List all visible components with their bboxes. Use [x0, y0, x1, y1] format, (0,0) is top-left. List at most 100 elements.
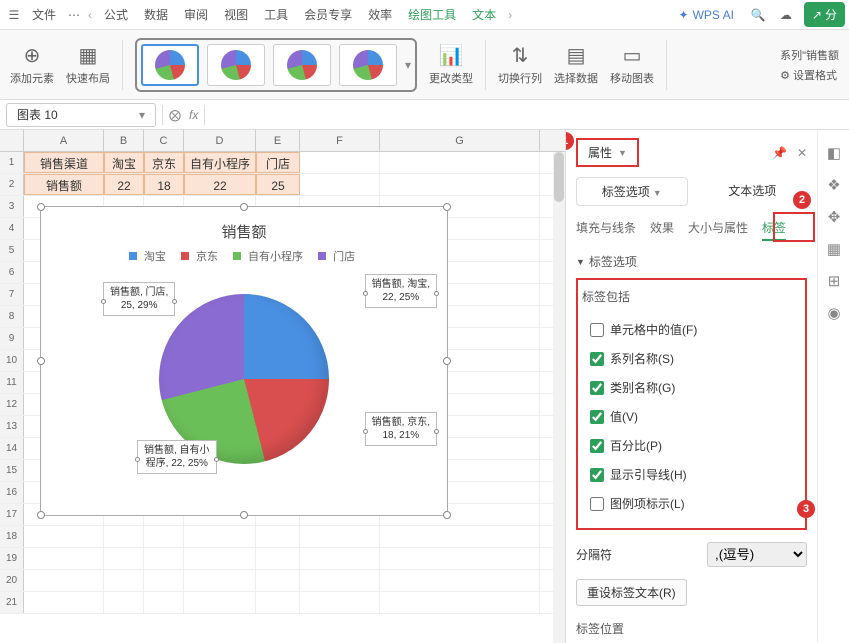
row-header[interactable]: 7	[0, 284, 24, 305]
subtab-effect[interactable]: 效果	[650, 216, 674, 241]
row-header[interactable]: 4	[0, 218, 24, 239]
cell[interactable]: 门店	[256, 152, 300, 173]
chart-style-thumb[interactable]	[273, 44, 331, 86]
chk-cell-value[interactable]: 单元格中的值(F)	[582, 315, 801, 344]
cell[interactable]	[300, 174, 380, 195]
row-header[interactable]: 13	[0, 416, 24, 437]
row-header[interactable]: 6	[0, 262, 24, 283]
col-header[interactable]: E	[256, 130, 300, 151]
cell[interactable]	[144, 592, 184, 613]
cell[interactable]: 22	[104, 174, 144, 195]
cell[interactable]	[184, 570, 256, 591]
series-format-label[interactable]: 系列"销售额	[780, 47, 839, 63]
cell[interactable]	[256, 548, 300, 569]
menu-tab-drawing[interactable]: 绘图工具	[400, 2, 464, 27]
cell[interactable]	[104, 526, 144, 547]
chk-legend-key[interactable]: 图例项标示(L)	[582, 489, 801, 518]
tab-label-options[interactable]: 标签选项▼	[576, 177, 688, 206]
row-header[interactable]: 21	[0, 592, 24, 613]
cell[interactable]	[256, 526, 300, 547]
chart-style-thumb[interactable]	[339, 44, 397, 86]
menu-tab-text[interactable]: 文本	[464, 2, 504, 27]
side-icon[interactable]: ⊞	[818, 266, 849, 298]
col-header[interactable]: G	[380, 130, 540, 151]
col-header[interactable]: C	[144, 130, 184, 151]
cell[interactable]	[184, 592, 256, 613]
resize-handle[interactable]	[37, 511, 45, 519]
cell[interactable]	[300, 548, 380, 569]
cell[interactable]: 25	[256, 174, 300, 195]
subtab-label[interactable]: 标签	[762, 216, 786, 241]
row-header[interactable]: 20	[0, 570, 24, 591]
chart-styles-gallery[interactable]: ▾	[135, 38, 417, 92]
row-header[interactable]: 5	[0, 240, 24, 261]
row-header[interactable]: 9	[0, 328, 24, 349]
add-element-button[interactable]: ⊕ 添加元素	[10, 43, 54, 86]
data-label-miniprogram[interactable]: 销售额, 自有小程序, 22, 25%	[137, 440, 217, 474]
side-icon[interactable]: ▦	[818, 234, 849, 266]
search-icon[interactable]: 🔍	[744, 8, 772, 22]
col-header[interactable]: B	[104, 130, 144, 151]
menu-tab[interactable]: 视图	[216, 2, 256, 27]
properties-dropdown[interactable]: 属性▼	[576, 138, 639, 167]
ellipsis-icon[interactable]: ⋯	[64, 8, 84, 22]
spreadsheet-area[interactable]: A B C D E F G 1销售渠道淘宝京东自有小程序门店2销售额221822…	[0, 130, 565, 643]
select-data-button[interactable]: ▤ 选择数据	[554, 43, 598, 86]
cell[interactable]	[104, 592, 144, 613]
chevron-left-icon[interactable]: ‹	[84, 8, 96, 22]
resize-handle[interactable]	[443, 511, 451, 519]
row-header[interactable]: 16	[0, 482, 24, 503]
data-label-taobao[interactable]: 销售额, 淘宝,22, 25%	[365, 274, 437, 308]
tab-text-options[interactable]: 文本选项 2	[698, 177, 808, 206]
row-header[interactable]: 1	[0, 152, 24, 173]
change-type-button[interactable]: 📊 更改类型	[429, 43, 473, 86]
cell[interactable]: 18	[144, 174, 184, 195]
separator-select[interactable]: ,(逗号)	[707, 542, 807, 567]
set-format-button[interactable]: ⚙ 设置格式	[780, 67, 839, 83]
side-icon[interactable]: ❖	[818, 170, 849, 202]
menu-tab[interactable]: 审阅	[176, 2, 216, 27]
fx-icon[interactable]: fx	[189, 108, 198, 122]
menu-tab[interactable]: 效率	[360, 2, 400, 27]
name-box-dropdown-icon[interactable]: ▾	[139, 108, 145, 122]
cell[interactable]	[300, 152, 380, 173]
embedded-chart[interactable]: 销售额 淘宝 京东 自有小程序 门店 销售额, 淘宝,22, 25% 销售额, …	[40, 206, 448, 516]
menu-tab[interactable]: 公式	[96, 2, 136, 27]
hamburger-icon[interactable]: ☰	[4, 8, 24, 22]
vertical-scrollbar[interactable]	[553, 152, 565, 643]
cell[interactable]	[24, 526, 104, 547]
resize-handle[interactable]	[37, 203, 45, 211]
row-header[interactable]: 2	[0, 174, 24, 195]
resize-handle[interactable]	[443, 203, 451, 211]
resize-handle[interactable]	[240, 511, 248, 519]
cell[interactable]: 22	[184, 174, 256, 195]
cell[interactable]	[380, 570, 540, 591]
formula-input[interactable]	[211, 103, 843, 127]
cell[interactable]	[24, 548, 104, 569]
cell[interactable]: 销售渠道	[24, 152, 104, 173]
chart-style-thumb[interactable]	[141, 44, 199, 86]
data-label-store[interactable]: 销售额, 门店,25, 29%	[103, 282, 175, 316]
cell[interactable]	[184, 548, 256, 569]
row-header[interactable]: 10	[0, 350, 24, 371]
menu-tab[interactable]: 工具	[256, 2, 296, 27]
cell[interactable]	[144, 570, 184, 591]
pin-icon[interactable]: 📌	[772, 146, 787, 160]
chart-title[interactable]: 销售额	[41, 207, 447, 248]
col-header[interactable]: A	[24, 130, 104, 151]
chk-value[interactable]: 值(V)	[582, 402, 801, 431]
chk-percent[interactable]: 百分比(P)	[582, 431, 801, 460]
cell[interactable]	[256, 570, 300, 591]
chk-category-name[interactable]: 类别名称(G)	[582, 373, 801, 402]
cell[interactable]	[380, 174, 540, 195]
quick-layout-button[interactable]: ▦ 快速布局	[66, 43, 110, 86]
cell[interactable]	[300, 592, 380, 613]
side-icon[interactable]: ◉	[818, 298, 849, 330]
row-header[interactable]: 14	[0, 438, 24, 459]
wps-ai-button[interactable]: ✦WPS AI	[679, 8, 734, 22]
chk-series-name[interactable]: 系列名称(S)	[582, 344, 801, 373]
cell[interactable]	[144, 548, 184, 569]
cell[interactable]	[380, 592, 540, 613]
cell[interactable]	[24, 570, 104, 591]
subtab-size[interactable]: 大小与属性	[688, 216, 748, 241]
